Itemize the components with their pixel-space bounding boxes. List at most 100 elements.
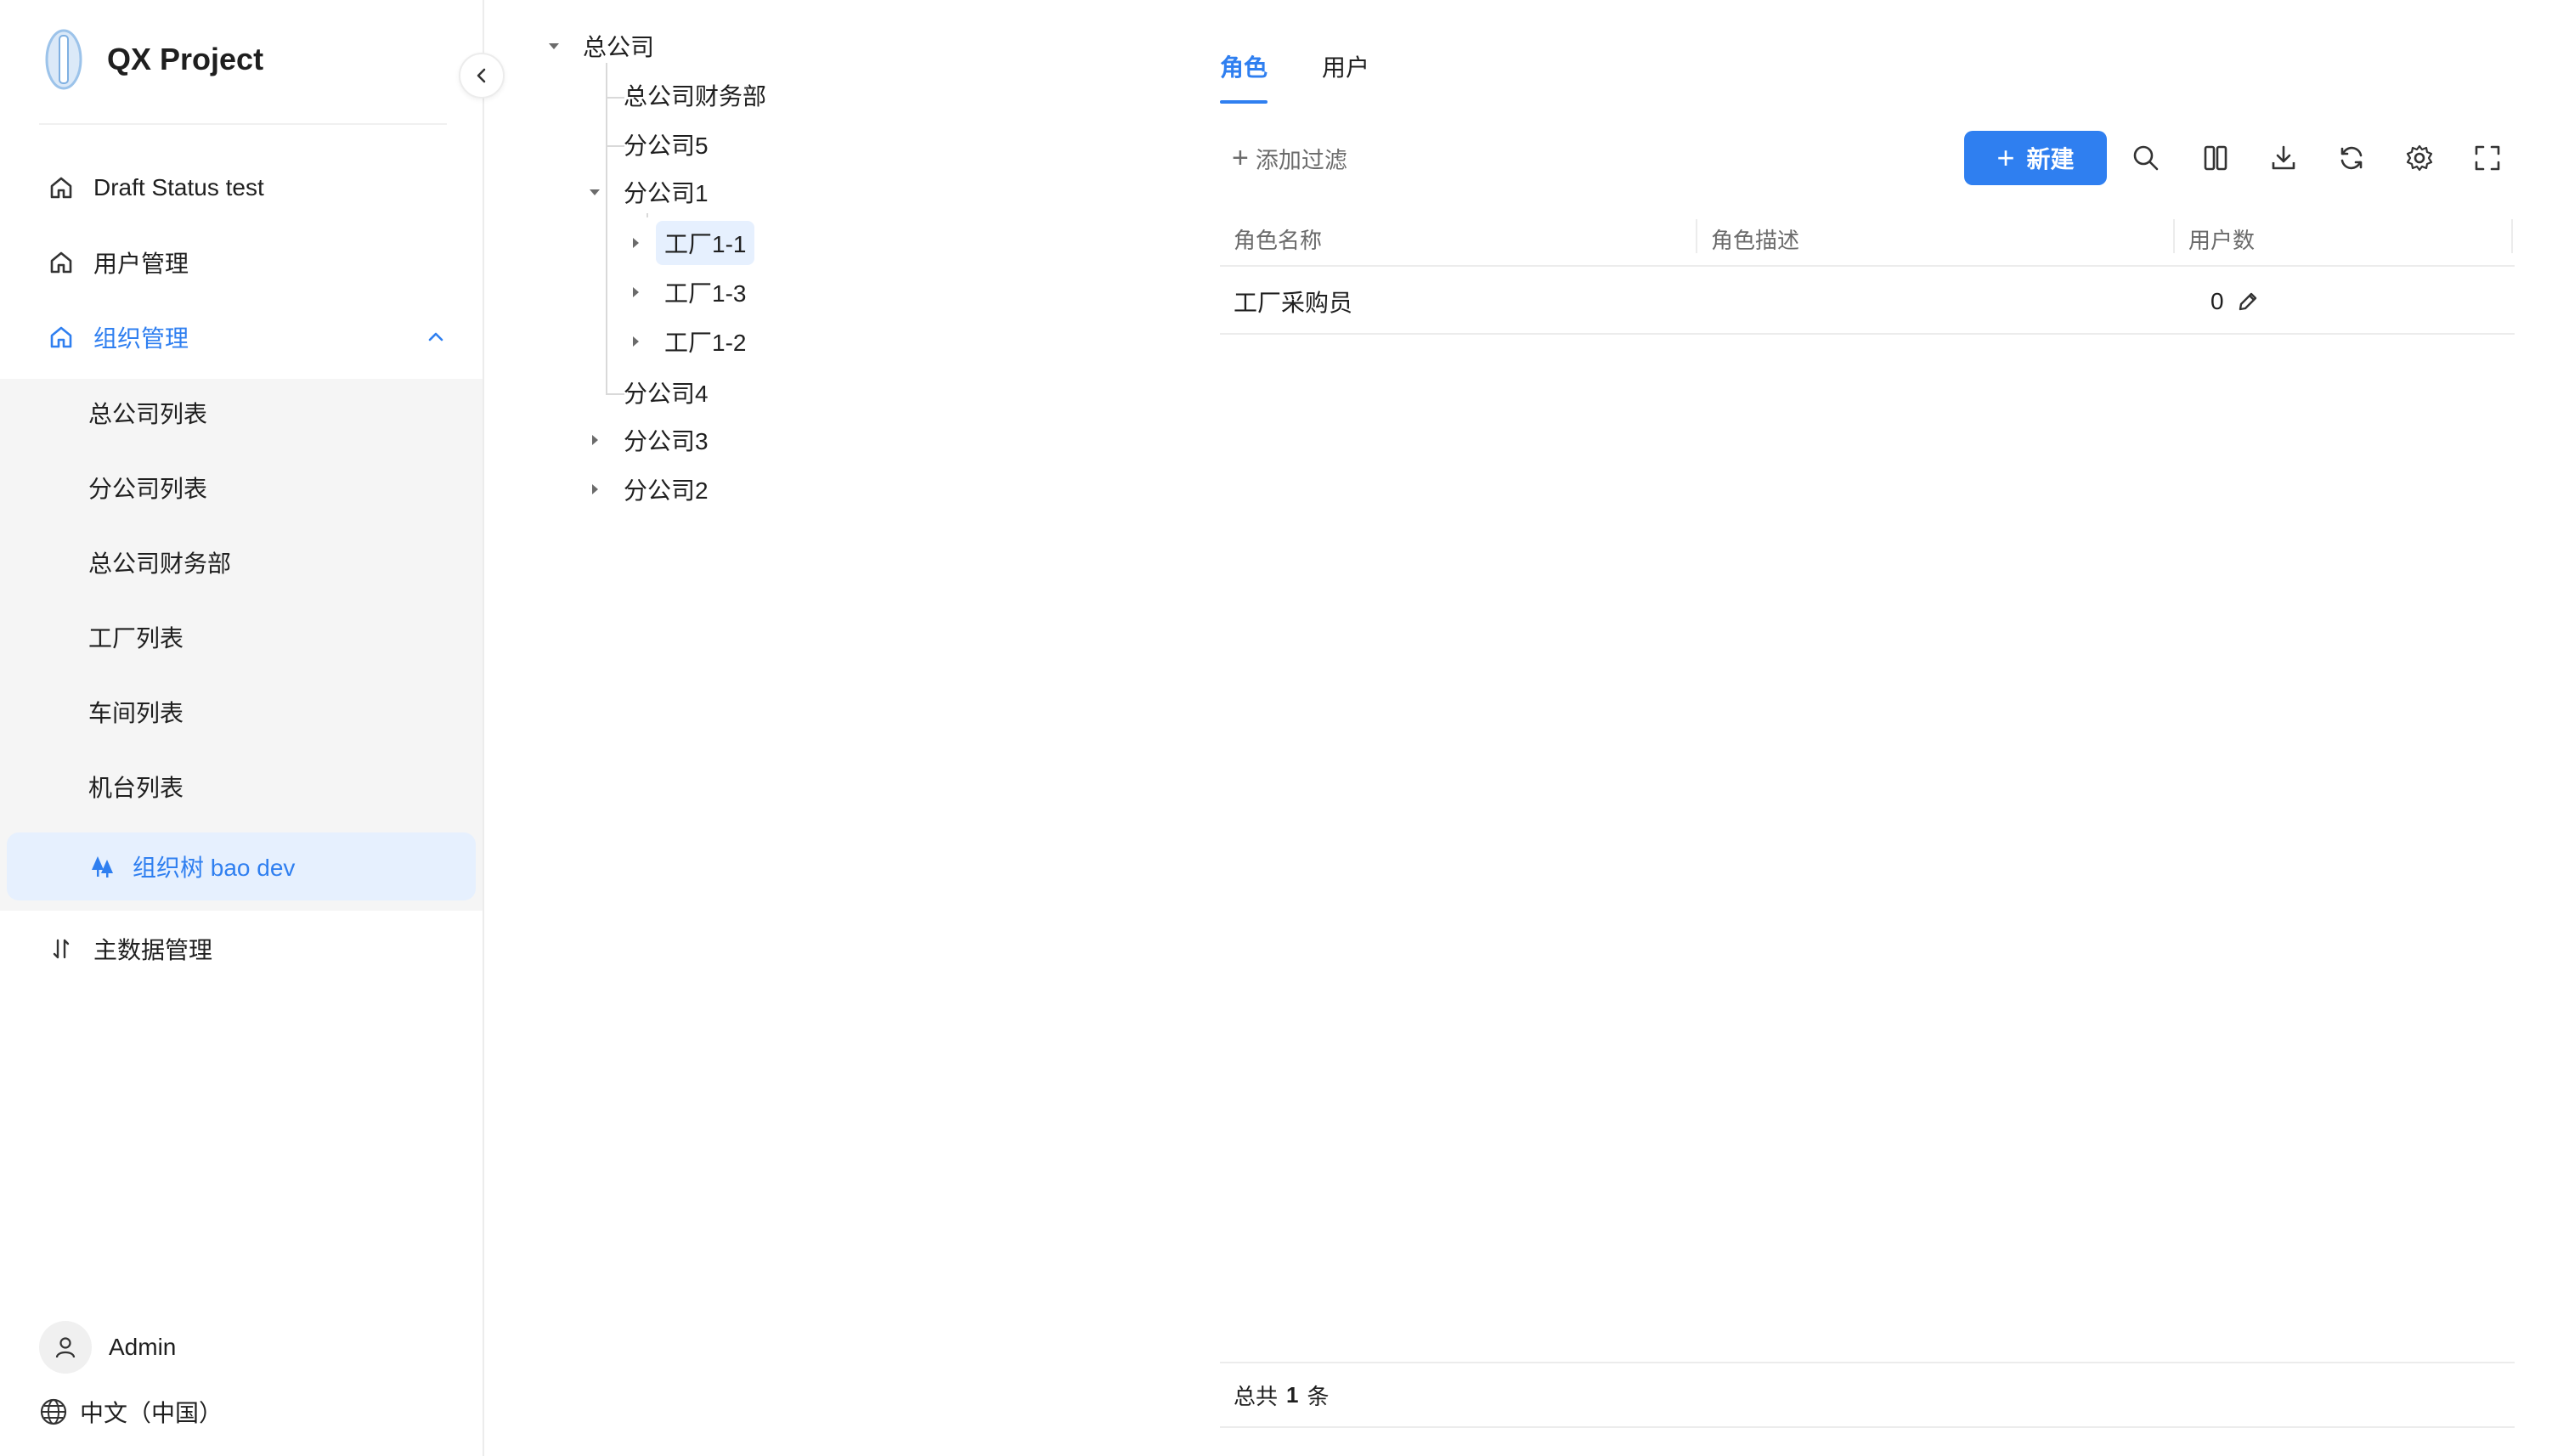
user-name: Admin	[109, 1334, 177, 1360]
submenu-item-label: 总公司列表	[88, 401, 208, 427]
caret-right-icon[interactable]	[625, 282, 646, 302]
tree-node[interactable]: 分公司2	[584, 467, 717, 511]
cell-role-name: 工厂采购员	[1234, 290, 1353, 316]
new-button[interactable]: + 新建	[1964, 131, 2107, 185]
add-filter-label: 添加过滤	[1255, 147, 1347, 173]
org-tree: 总公司 总公司财务部 分公司5 分公司1 工厂1-1 工厂1-3 工厂1-2 分…	[544, 22, 1189, 532]
total-prefix: 总共	[1234, 1383, 1279, 1409]
home-icon	[46, 247, 76, 278]
submenu-item-label: 组织树 bao dev	[133, 855, 296, 881]
submenu-item-label: 总公司财务部	[88, 550, 232, 577]
tab-bar: 角色 用户	[1220, 34, 1424, 105]
column-header-user-count[interactable]: 用户数	[2175, 211, 2506, 267]
plus-icon: +	[1232, 141, 1249, 174]
sort-icon	[46, 934, 76, 964]
sidebar-collapse-button[interactable]	[459, 53, 505, 99]
submenu-item-label: 车间列表	[88, 700, 184, 726]
user-count-value: 0	[2210, 288, 2224, 314]
sidebar: QX Project Draft Status test 用户管理 组织管理 总…	[0, 0, 505, 1456]
cell-user-count: 0	[2197, 268, 2520, 335]
menu-item-org-management[interactable]: 组织管理	[17, 308, 476, 367]
submenu-item-machine-list[interactable]: 机台列表	[7, 753, 476, 821]
language-switcher[interactable]: 中文（中国）	[39, 1395, 223, 1429]
column-header-role-name[interactable]: 角色名称	[1220, 211, 1696, 267]
caret-down-icon[interactable]	[584, 182, 605, 202]
tree-node-label: 总公司财务部	[624, 83, 767, 110]
logo-icon	[45, 29, 82, 90]
tree-node-label: 工厂1-1	[656, 221, 755, 265]
tree-node[interactable]: 分公司4	[615, 370, 717, 415]
tree-node-root[interactable]: 总公司	[544, 24, 663, 68]
caret-right-icon[interactable]	[625, 233, 646, 253]
total-count: 1	[1286, 1381, 1299, 1408]
globe-icon	[40, 1398, 67, 1425]
tab-ink-bar	[1220, 100, 1268, 104]
home-icon	[46, 322, 76, 353]
menu-item-label: 主数据管理	[93, 937, 213, 963]
submenu-item-factory-list[interactable]: 工厂列表	[7, 603, 476, 671]
tree-node-label: 分公司2	[624, 477, 709, 504]
menu-item-label: Draft Status test	[93, 174, 264, 200]
edit-icon[interactable]	[2236, 289, 2261, 314]
tree-node-label: 分公司4	[624, 381, 709, 407]
columns-icon[interactable]	[2199, 141, 2233, 175]
menu-item-master-data[interactable]: 主数据管理	[17, 919, 476, 979]
user-profile[interactable]: Admin	[39, 1321, 176, 1374]
column-header-role-desc[interactable]: 角色描述	[1697, 211, 2173, 267]
tree-node[interactable]: 总公司财务部	[615, 73, 775, 117]
caret-right-icon[interactable]	[584, 430, 605, 450]
tree-node-label: 分公司1	[624, 180, 709, 206]
tree-node-label: 总公司	[583, 34, 655, 60]
caret-right-icon[interactable]	[625, 331, 646, 352]
tab-users[interactable]: 用户	[1322, 34, 1369, 95]
menu-item-label: 组织管理	[93, 325, 189, 352]
menu-item-user-management[interactable]: 用户管理	[17, 233, 476, 292]
column-divider	[2511, 219, 2513, 253]
tree-node-selected[interactable]: 工厂1-1	[625, 221, 755, 265]
brand-divider	[39, 123, 447, 125]
tree-node[interactable]: 工厂1-2	[625, 319, 754, 364]
user-icon	[55, 1337, 76, 1358]
language-label: 中文（中国）	[80, 1400, 223, 1426]
table-footer: 总共 1 条	[1220, 1362, 2515, 1428]
download-icon[interactable]	[2267, 141, 2301, 175]
avatar	[39, 1321, 92, 1374]
refresh-icon[interactable]	[2335, 141, 2369, 175]
tree-node-label: 分公司3	[624, 428, 709, 454]
tree-node[interactable]: 工厂1-3	[625, 270, 754, 314]
tree-node-label: 分公司5	[624, 133, 709, 159]
tree-node-label: 工厂1-2	[664, 330, 747, 356]
tree-node[interactable]: 分公司5	[615, 122, 717, 166]
tree-icon	[88, 852, 117, 881]
chevron-up-icon	[425, 325, 447, 353]
fullscreen-icon[interactable]	[2470, 141, 2504, 175]
submenu-item-hq-list[interactable]: 总公司列表	[7, 379, 476, 447]
table-header: 角色名称 角色描述 用户数	[1220, 211, 2515, 267]
chevron-left-icon	[477, 68, 486, 83]
new-button-label: 新建	[2026, 146, 2075, 172]
home-icon	[46, 172, 76, 203]
tree-line	[606, 63, 607, 250]
submenu-item-label: 分公司列表	[88, 476, 208, 502]
submenu-item-hq-finance[interactable]: 总公司财务部	[7, 528, 476, 596]
cell-role-desc	[1697, 268, 2173, 335]
plus-icon: +	[1996, 140, 2015, 175]
caret-down-icon[interactable]	[544, 36, 564, 56]
total-suffix: 条	[1307, 1383, 1330, 1409]
settings-icon[interactable]	[2402, 141, 2436, 175]
menu-item-draft-status[interactable]: Draft Status test	[17, 158, 476, 217]
submenu-item-org-tree[interactable]: 组织树 bao dev	[7, 832, 476, 900]
submenu-item-branch-list[interactable]: 分公司列表	[7, 454, 476, 522]
submenu-item-workshop-list[interactable]: 车间列表	[7, 678, 476, 746]
tree-node[interactable]: 分公司1	[584, 170, 717, 214]
tree-node[interactable]: 分公司3	[584, 418, 717, 462]
table-row[interactable]: 工厂采购员 0	[1220, 268, 2515, 335]
brand: QX Project	[42, 24, 263, 95]
search-icon[interactable]	[2129, 141, 2163, 175]
tab-roles[interactable]: 角色	[1220, 34, 1268, 95]
add-filter-button[interactable]: + 添加过滤	[1232, 139, 1347, 177]
caret-right-icon[interactable]	[584, 479, 605, 499]
tree-node-label: 工厂1-3	[664, 280, 747, 307]
tree-line	[606, 250, 607, 394]
org-submenu: 总公司列表 分公司列表 总公司财务部 工厂列表 车间列表 机台列表 组织树 ba…	[0, 379, 483, 911]
